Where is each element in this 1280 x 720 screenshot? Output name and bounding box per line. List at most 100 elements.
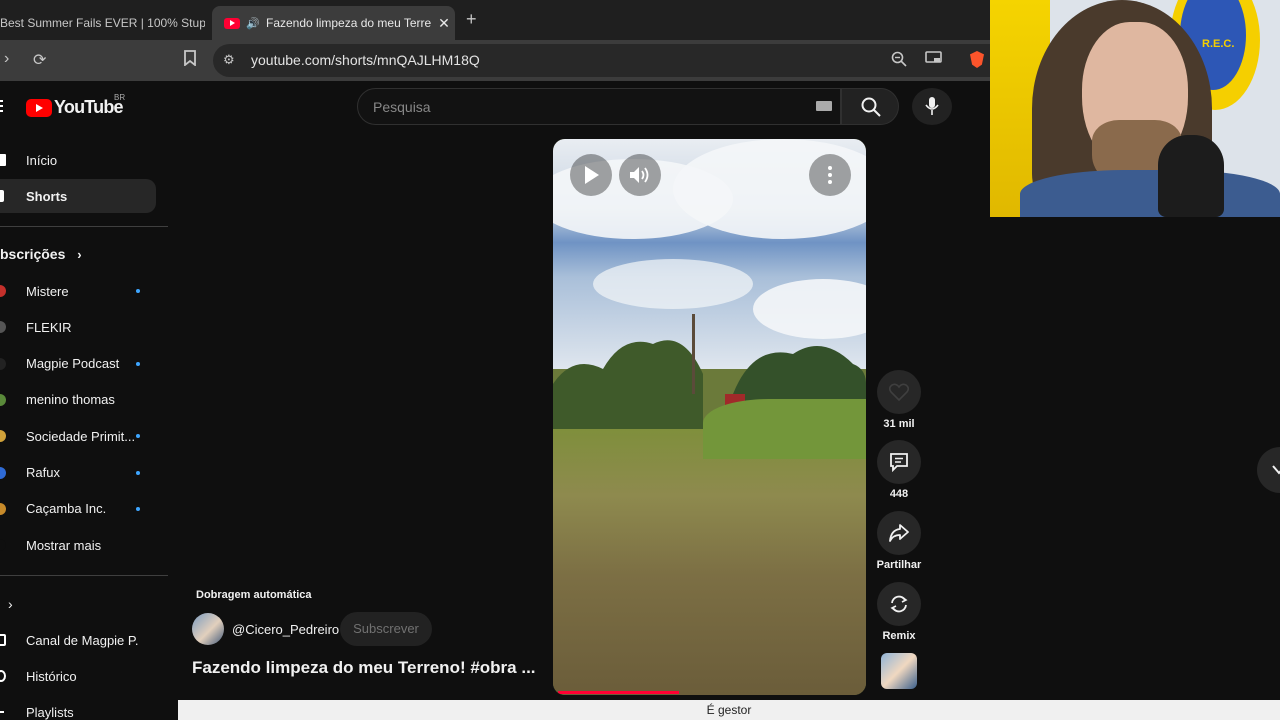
tab-active[interactable]: 🔊 Fazendo limpeza do meu Terre ✕ xyxy=(212,6,455,40)
subscribe-button[interactable]: Subscrever xyxy=(340,612,432,646)
video-grass xyxy=(703,399,866,459)
search-button[interactable] xyxy=(841,88,899,125)
sidebar-item-label: Sociedade Primit... xyxy=(26,428,136,444)
video-ground xyxy=(553,429,866,695)
browser-toolbar: › ⟳ ⚙ youtube.com/shorts/mnQAJLHM18Q xyxy=(0,40,990,81)
like-button[interactable] xyxy=(877,370,921,414)
play-button[interactable] xyxy=(570,154,612,196)
zoom-icon[interactable] xyxy=(891,51,907,67)
sidebar-item-label: Playlists xyxy=(26,704,74,720)
shorts-icon xyxy=(0,190,4,202)
sidebar-item-playlists[interactable]: Playlists xyxy=(0,695,156,720)
tab-title: Fazendo limpeza do meu Terre xyxy=(266,16,432,30)
sound-thumbnail[interactable] xyxy=(881,653,917,689)
share-icon xyxy=(889,524,909,542)
sidebar-item-subscription[interactable]: Caçamba Inc. xyxy=(0,492,156,526)
new-content-dot xyxy=(136,361,140,366)
search-placeholder: Pesquisa xyxy=(373,99,431,115)
tab-inactive[interactable]: Best Summer Fails EVER | 100% Stupi xyxy=(0,6,205,40)
chevron-right-icon: › xyxy=(77,247,82,262)
menu-icon[interactable] xyxy=(0,100,3,112)
browser-tab-bar: Best Summer Fails EVER | 100% Stupi 🔊 Fa… xyxy=(0,0,990,40)
comments-button[interactable] xyxy=(877,440,921,484)
subscriptions-heading[interactable]: bscrições › xyxy=(0,246,82,262)
divider xyxy=(0,575,168,576)
comment-icon xyxy=(890,453,908,472)
home-icon xyxy=(0,154,6,166)
cast-icon[interactable] xyxy=(925,51,942,65)
play-icon xyxy=(585,166,599,184)
sidebar-item-label: Magpie Podcast xyxy=(26,356,120,372)
tab-title: Best Summer Fails EVER | 100% Stupi xyxy=(0,16,205,30)
dubbing-label: Dobragem automática xyxy=(196,589,312,601)
sidebar-item-subscription[interactable]: Magpie Podcast xyxy=(0,347,156,381)
site-settings-icon[interactable]: ⚙ xyxy=(223,52,235,68)
sidebar-item-subscription[interactable]: Mostrar mais xyxy=(0,528,156,562)
channel-avatar-icon xyxy=(0,321,6,334)
new-content-dot xyxy=(136,506,140,511)
reload-icon[interactable]: ⟳ xyxy=(33,50,46,70)
channel-name[interactable]: @Cicero_Pedreiro xyxy=(232,622,339,637)
youtube-favicon-icon xyxy=(224,17,240,29)
chevron-right-icon[interactable]: › xyxy=(8,596,13,612)
keyboard-icon[interactable] xyxy=(816,101,832,111)
sidebar-item-subscription[interactable]: menino thomas xyxy=(0,383,156,417)
sidebar-item-label: Histórico xyxy=(26,668,77,684)
share-label: Partilhar xyxy=(876,559,922,571)
video-progress-bar[interactable] xyxy=(558,691,679,694)
channel-avatar-icon xyxy=(0,502,6,515)
sidebar-item-label: Caçamba Inc. xyxy=(26,501,107,517)
new-tab-icon[interactable]: + xyxy=(466,9,477,30)
volume-button[interactable] xyxy=(619,154,661,196)
more-options-button[interactable] xyxy=(809,154,851,196)
search-input[interactable]: Pesquisa xyxy=(357,88,841,125)
sidebar-item-label: Canal de Magpie P... xyxy=(26,632,138,648)
channel-icon xyxy=(0,634,6,646)
sidebar-item-home[interactable]: Início xyxy=(0,143,156,177)
avatar[interactable] xyxy=(192,613,224,645)
youtube-logo[interactable]: YouTube BR xyxy=(26,93,125,118)
speaker-icon[interactable]: 🔊 xyxy=(246,17,260,30)
channel-avatar-icon xyxy=(0,357,6,370)
channel-avatar-icon xyxy=(0,539,6,552)
volume-icon xyxy=(630,167,649,183)
channel-avatar-icon xyxy=(0,430,6,443)
new-content-dot xyxy=(136,434,140,439)
url-text: youtube.com/shorts/mnQAJLHM18Q xyxy=(251,52,480,68)
sidebar-item-channel[interactable]: Canal de Magpie P... xyxy=(0,623,156,657)
sidebar-item-label: Início xyxy=(26,152,58,168)
shorts-video-player[interactable] xyxy=(553,139,866,695)
address-bar[interactable]: ⚙ youtube.com/shorts/mnQAJLHM18Q xyxy=(213,44,990,77)
new-content-dot xyxy=(136,289,140,293)
remix-button[interactable] xyxy=(877,582,921,626)
youtube-play-logo-icon xyxy=(26,98,52,117)
remix-label: Remix xyxy=(882,630,916,642)
sidebar-item-label: Mistere xyxy=(26,283,69,299)
forward-icon[interactable]: › xyxy=(4,50,9,68)
sidebar-item-label: menino thomas xyxy=(26,392,115,408)
more-vert-icon xyxy=(828,166,832,184)
video-title[interactable]: Fazendo limpeza do meu Terreno! #obra ..… xyxy=(192,658,536,678)
search-icon xyxy=(861,97,881,117)
sidebar-item-history[interactable]: Histórico xyxy=(0,659,156,693)
sidebar-item-subscription[interactable]: Sociedade Primit... xyxy=(0,419,156,453)
sidebar-item-subscription[interactable]: Rafux xyxy=(0,456,156,490)
screen: Best Summer Fails EVER | 100% Stupi 🔊 Fa… xyxy=(0,0,1280,720)
close-tab-icon[interactable]: ✕ xyxy=(433,15,455,32)
sidebar-item-subscription[interactable]: FLEKIR xyxy=(0,310,156,344)
sidebar-item-label: Rafux xyxy=(26,465,60,480)
webcam-overlay: R.E.C. xyxy=(990,0,1280,217)
sidebar-item-subscription[interactable]: Mistere xyxy=(0,274,156,308)
voice-search-button[interactable] xyxy=(912,88,952,125)
sidebar-item-shorts[interactable]: Shorts xyxy=(0,179,156,213)
share-button[interactable] xyxy=(877,511,921,555)
like-count: 31 mil xyxy=(883,418,915,430)
next-short-button[interactable] xyxy=(1257,447,1280,493)
divider xyxy=(0,226,168,227)
channel-avatar-icon xyxy=(0,393,6,406)
remix-icon xyxy=(890,595,908,613)
bookmark-icon[interactable] xyxy=(183,50,197,66)
microphone-icon xyxy=(925,97,939,115)
sidebar-item-label: Mostrar mais xyxy=(26,537,102,553)
chevron-down-icon xyxy=(1272,465,1280,475)
